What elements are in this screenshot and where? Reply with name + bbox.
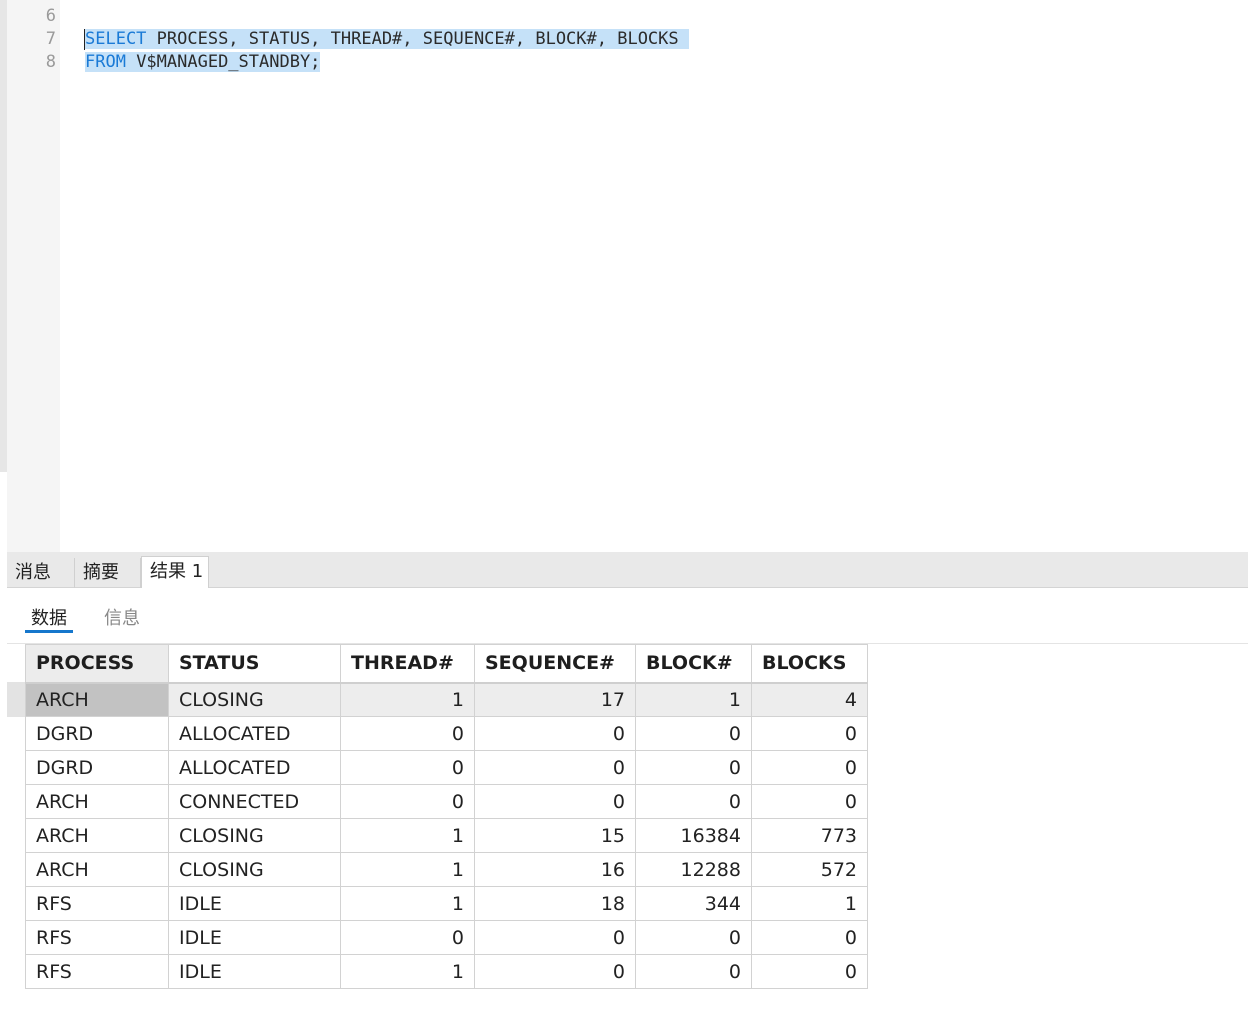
cell-block[interactable]: 0 [635,716,752,751]
table-row[interactable]: ARCH CLOSING 1 16 12288 572 [25,852,868,887]
tab-messages[interactable]: 消息 [7,558,75,588]
cell-block[interactable]: 16384 [635,818,752,853]
code-line-select[interactable]: SELECT PROCESS, STATUS, THREAD#, SEQUENC… [85,28,689,51]
cell-status[interactable]: CLOSING [168,682,341,717]
cell-thread[interactable]: 0 [340,920,475,955]
cell-blocks[interactable]: 1 [751,886,868,921]
line-number: 7 [45,29,56,49]
cell-blocks[interactable]: 0 [751,954,868,989]
cell-status[interactable]: IDLE [168,886,341,921]
cell-process[interactable]: RFS [25,954,169,989]
column-header-block[interactable]: BLOCK# [635,644,752,684]
cell-blocks[interactable]: 0 [751,784,868,819]
tab-result-1[interactable]: 结果 1 [141,556,209,588]
table-row[interactable]: RFS IDLE 0 0 0 0 [25,920,868,955]
cell-block[interactable]: 344 [635,886,752,921]
cell-blocks[interactable]: 572 [751,852,868,887]
cell-blocks[interactable]: 773 [751,818,868,853]
cell-thread[interactable]: 1 [340,682,475,717]
row-indicator-current[interactable] [7,682,25,717]
cell-thread[interactable]: 0 [340,716,475,751]
cell-status[interactable]: IDLE [168,920,341,955]
cell-thread[interactable]: 1 [340,954,475,989]
cell-process[interactable]: ARCH [25,852,169,887]
cell-sequence[interactable]: 0 [474,920,636,955]
column-header-sequence[interactable]: SEQUENCE# [474,644,636,684]
column-header-status[interactable]: STATUS [168,644,341,684]
cell-process[interactable]: RFS [25,886,169,921]
column-header-process[interactable]: PROCESS [25,644,169,684]
cell-status[interactable]: ALLOCATED [168,750,341,785]
cell-thread[interactable]: 1 [340,886,475,921]
text-caret [84,29,85,50]
sql-keyword: FROM [85,52,126,72]
cell-block[interactable]: 12288 [635,852,752,887]
result-tabs-bar: 消息 摘要 结果 1 [7,552,1248,588]
table-row[interactable]: DGRD ALLOCATED 0 0 0 0 [25,716,868,751]
grid-header-row: PROCESS STATUS THREAD# SEQUENCE# BLOCK# … [25,644,868,684]
cell-blocks[interactable]: 4 [751,682,868,717]
cell-sequence[interactable]: 0 [474,784,636,819]
cell-thread[interactable]: 0 [340,784,475,819]
cell-process[interactable]: DGRD [25,750,169,785]
cell-process[interactable]: RFS [25,920,169,955]
code-line-from[interactable]: FROM V$MANAGED_STANDBY; [85,51,321,74]
cell-sequence[interactable]: 0 [474,716,636,751]
sql-text: V$MANAGED_STANDBY; [125,52,321,72]
cell-sequence[interactable]: 0 [474,750,636,785]
cell-process[interactable]: DGRD [25,716,169,751]
tab-summary[interactable]: 摘要 [75,558,141,588]
sql-text: PROCESS, STATUS, THREAD#, SEQUENCE#, BLO… [146,29,689,49]
tab-info[interactable]: 信息 [104,604,140,630]
cell-sequence[interactable]: 18 [474,886,636,921]
result-subtabs: 数据 信息 [7,588,1248,644]
column-header-blocks[interactable]: BLOCKS [751,644,868,684]
table-row[interactable]: ARCH CONNECTED 0 0 0 0 [25,784,868,819]
cell-process[interactable]: ARCH [25,784,169,819]
cell-process[interactable]: ARCH [25,818,169,853]
cell-thread[interactable]: 1 [340,818,475,853]
cell-sequence[interactable]: 17 [474,682,636,717]
cell-block[interactable]: 0 [635,784,752,819]
cell-block[interactable]: 0 [635,954,752,989]
active-tab-indicator [25,630,73,633]
cell-sequence[interactable]: 0 [474,954,636,989]
cell-block[interactable]: 0 [635,920,752,955]
cell-status[interactable]: ALLOCATED [168,716,341,751]
cell-thread[interactable]: 0 [340,750,475,785]
line-number: 6 [45,6,56,26]
cell-sequence[interactable]: 15 [474,818,636,853]
cell-block[interactable]: 1 [635,682,752,717]
result-grid[interactable]: PROCESS STATUS THREAD# SEQUENCE# BLOCK# … [25,644,868,989]
cell-status[interactable]: CLOSING [168,818,341,853]
cell-process[interactable]: ARCH [25,682,169,717]
sql-editor[interactable]: 6 7 8 SELECT PROCESS, STATUS, THREAD#, S… [0,0,1248,552]
cell-status[interactable]: CLOSING [168,852,341,887]
sql-keyword: SELECT [85,29,147,49]
editor-left-scrollbar[interactable] [0,0,7,472]
line-number-gutter: 6 7 8 [7,0,60,552]
cell-sequence[interactable]: 16 [474,852,636,887]
cell-status[interactable]: IDLE [168,954,341,989]
table-row[interactable]: RFS IDLE 1 0 0 0 [25,954,868,989]
cell-blocks[interactable]: 0 [751,716,868,751]
tab-data[interactable]: 数据 [31,604,67,630]
cell-block[interactable]: 0 [635,750,752,785]
table-row[interactable]: ARCH CLOSING 1 15 16384 773 [25,818,868,853]
cell-status[interactable]: CONNECTED [168,784,341,819]
table-row[interactable]: ARCH CLOSING 1 17 1 4 [25,682,868,717]
column-header-thread[interactable]: THREAD# [340,644,475,684]
line-number: 8 [45,52,56,72]
table-row[interactable]: RFS IDLE 1 18 344 1 [25,886,868,921]
cell-thread[interactable]: 1 [340,852,475,887]
cell-blocks[interactable]: 0 [751,920,868,955]
cell-blocks[interactable]: 0 [751,750,868,785]
table-row[interactable]: DGRD ALLOCATED 0 0 0 0 [25,750,868,785]
